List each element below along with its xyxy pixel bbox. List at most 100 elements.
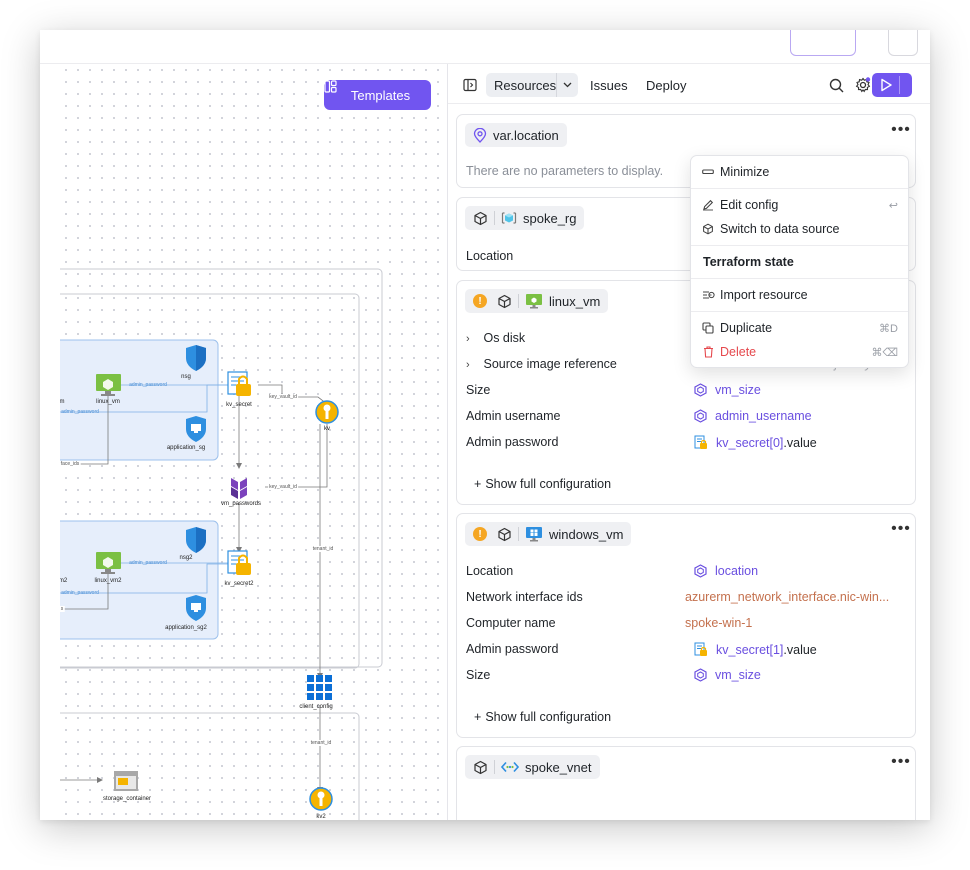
- menu-item-label: Switch to data source: [720, 222, 840, 236]
- top-bar-button-secondary[interactable]: [888, 30, 918, 56]
- menu-item-minimize[interactable]: Minimize: [691, 161, 908, 183]
- variable-icon: [694, 409, 707, 423]
- cube-icon: [497, 527, 512, 542]
- variable-icon: [694, 564, 707, 578]
- edge-label: admin_password: [129, 560, 167, 566]
- more-options-button[interactable]: •••: [891, 122, 911, 141]
- chevron-down-icon[interactable]: [556, 73, 578, 97]
- kv-secret-node-icon[interactable]: [227, 371, 251, 396]
- menu-item-switch-to-data-source[interactable]: Switch to data source: [691, 218, 908, 240]
- chevron-right-icon: ›: [466, 359, 470, 371]
- settings-icon[interactable]: [853, 75, 873, 95]
- menu-divider: [691, 311, 908, 312]
- reference-text: vm_size: [715, 383, 761, 397]
- search-icon[interactable]: [826, 75, 846, 95]
- field-value-location[interactable]: location: [694, 564, 758, 578]
- kv-secret2-node-icon[interactable]: [227, 550, 251, 575]
- menu-divider: [691, 278, 908, 279]
- field-value-size[interactable]: vm_size: [694, 383, 761, 397]
- resource-chip[interactable]: spoke_rg: [465, 206, 585, 230]
- resource-chip[interactable]: ! linux_vm: [465, 289, 609, 313]
- show-full-configuration-button[interactable]: + Show full configuration: [474, 710, 611, 724]
- resource-chip[interactable]: var.location: [465, 123, 567, 147]
- kv-node-icon[interactable]: [315, 400, 339, 424]
- windows-vm-icon: [525, 526, 543, 542]
- vm-passwords-node-icon[interactable]: [231, 478, 247, 499]
- node-label: m: [60, 399, 65, 405]
- node-label: kv_secret: [226, 402, 252, 408]
- node-label: nsg: [181, 374, 191, 380]
- kv2-node-icon[interactable]: [309, 787, 333, 811]
- resource-card-spoke-vnet[interactable]: spoke_vnet •••: [456, 746, 916, 820]
- shortcut-hint: ↩: [888, 199, 898, 212]
- cube-icon: [701, 223, 715, 235]
- edge-label: s: [60, 606, 65, 612]
- run-button[interactable]: [872, 73, 912, 97]
- cube-icon: [497, 294, 512, 309]
- node-label: client_config: [299, 704, 333, 710]
- resource-chip[interactable]: spoke_vnet: [465, 755, 600, 779]
- edge-label: key_vault_id: [268, 394, 298, 400]
- shortcut-hint: ⌘⌫: [871, 346, 898, 359]
- field-value-size[interactable]: vm_size: [694, 668, 761, 682]
- chip-separator: [494, 211, 495, 225]
- field-label: Admin password: [466, 642, 559, 656]
- field-label: Location: [466, 564, 514, 578]
- key-vault-secret-icon: [694, 642, 708, 657]
- client-config-node-icon[interactable]: [307, 675, 333, 701]
- minimize-icon: [701, 169, 715, 175]
- toggle-sidebar-icon[interactable]: [460, 75, 480, 95]
- reference-text: vm_size: [715, 668, 761, 682]
- plus-icon: +: [474, 710, 482, 724]
- top-bar-button[interactable]: [790, 30, 856, 56]
- resource-chip[interactable]: ! windows_vm: [465, 522, 632, 546]
- chevron-right-icon: ›: [466, 333, 470, 345]
- diagram-canvas[interactable]: nsg linux_vm kv_secret kv application_sg…: [60, 64, 447, 820]
- field-label: Os disk: [483, 331, 526, 345]
- reference-text: location: [715, 564, 759, 578]
- node-label: kv: [324, 426, 330, 432]
- top-bar: [40, 30, 930, 64]
- menu-item-label: Edit config: [720, 198, 779, 212]
- more-options-button[interactable]: •••: [891, 521, 911, 540]
- tab-deploy[interactable]: Deploy: [646, 73, 686, 97]
- field-value-admin-username[interactable]: admin_username: [694, 409, 812, 423]
- menu-item-edit-config[interactable]: Edit config ↩: [691, 194, 908, 216]
- chip-separator: [494, 760, 495, 774]
- tab-resources[interactable]: Resources: [486, 73, 578, 97]
- menu-item-delete[interactable]: Delete ⌘⌫: [691, 341, 908, 363]
- edge-label: admin_password: [61, 409, 99, 415]
- empty-params-text: There are no parameters to display.: [466, 164, 664, 178]
- field-value-admin-password[interactable]: kv_secret[1].value: [694, 642, 817, 657]
- linux-vm-icon: [525, 293, 543, 309]
- expandable-field-source-image[interactable]: › Source image reference: [466, 357, 617, 371]
- pencil-icon: [701, 199, 715, 211]
- more-options-button[interactable]: •••: [891, 754, 911, 773]
- menu-item-label: Delete: [720, 345, 757, 359]
- storage-container-node-icon[interactable]: [114, 771, 138, 791]
- trash-icon: [701, 346, 715, 358]
- node-label: storage_container: [102, 796, 152, 802]
- templates-button[interactable]: Templates: [324, 80, 431, 110]
- tab-issues[interactable]: Issues: [590, 73, 628, 97]
- field-value-admin-password[interactable]: kv_secret[0].value: [694, 435, 817, 450]
- resource-card-windows-vm[interactable]: ! windows_vm ••• Location location Netwo…: [456, 513, 916, 738]
- shortcut-hint: ⌘D: [879, 322, 898, 335]
- field-label: Computer name: [466, 616, 556, 630]
- warning-icon: !: [473, 527, 487, 541]
- tab-label: Issues: [590, 77, 628, 93]
- vnet-icon: [501, 761, 519, 773]
- field-label: Network interface ids: [466, 590, 583, 604]
- cube-icon: [473, 760, 488, 775]
- location-pin-icon: [473, 127, 487, 143]
- show-full-configuration-button[interactable]: + Show full configuration: [474, 477, 611, 491]
- show-full-label: Show full configuration: [485, 477, 612, 491]
- edge-label: key_vault_id: [268, 484, 298, 490]
- field-value: spoke-win-1: [685, 616, 753, 630]
- menu-item-label: Duplicate: [720, 321, 773, 335]
- edge-label: face_ids: [60, 461, 81, 467]
- menu-item-duplicate[interactable]: Duplicate ⌘D: [691, 317, 908, 339]
- menu-item-import-resource[interactable]: Import resource: [691, 284, 908, 306]
- expandable-field-os-disk[interactable]: › Os disk: [466, 331, 525, 345]
- menu-divider: [691, 188, 908, 189]
